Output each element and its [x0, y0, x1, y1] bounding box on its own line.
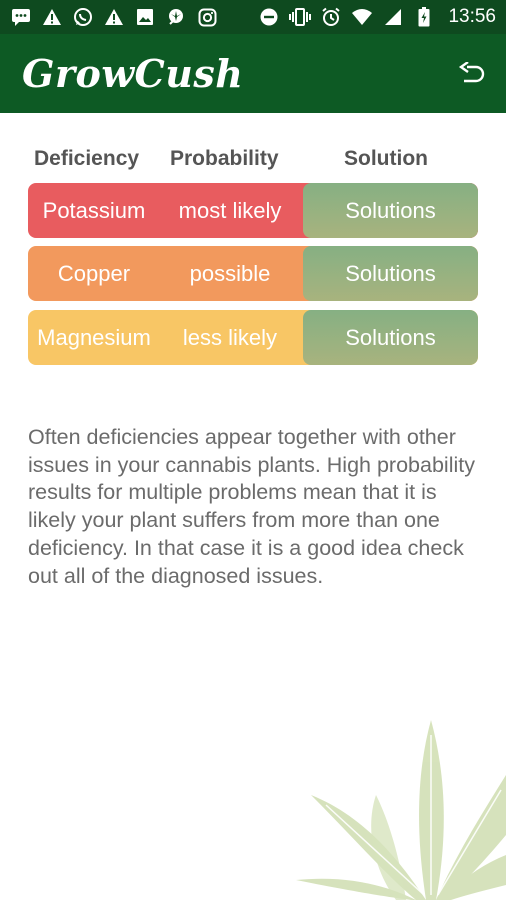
header-deficiency: Deficiency — [34, 147, 140, 170]
image-icon — [134, 6, 156, 28]
battery-charging-icon — [413, 6, 435, 28]
dnd-icon — [258, 6, 280, 28]
description-text: Often deficiencies appear together with … — [28, 425, 475, 588]
notification-icons — [10, 6, 218, 28]
deficiency-name: Potassium — [42, 197, 146, 223]
solutions-button[interactable]: Solutions — [303, 310, 478, 365]
header-probability: Probability — [170, 147, 279, 170]
probability-value: most likely — [178, 197, 282, 223]
undo-arrow-icon — [458, 61, 485, 82]
signal-icon — [382, 6, 404, 28]
warning-icon — [41, 6, 63, 28]
vibrate-icon — [289, 6, 312, 28]
table-header: Deficiency Probability Solution — [28, 143, 478, 177]
solutions-button[interactable]: Solutions — [303, 246, 478, 301]
deficiency-name: Magnesium — [37, 324, 151, 350]
wifi-icon — [351, 6, 373, 28]
table-row: Copper possible Solutions — [28, 246, 478, 301]
deficiency-name: Copper — [57, 260, 131, 286]
status-bar: 13:56 — [0, 0, 506, 34]
chat-icon — [10, 6, 32, 28]
instagram-icon — [196, 6, 218, 28]
clock: 13:56 — [448, 6, 496, 27]
app-bar: GrowCush — [0, 34, 506, 113]
table-row: Magnesium less likely Solutions — [28, 310, 478, 365]
cannabis-leaf-decoration — [296, 720, 506, 900]
warning-icon — [103, 6, 125, 28]
table-row: Potassium most likely Solutions — [28, 183, 478, 238]
whatsapp-icon — [72, 6, 94, 28]
app-title: GrowCush — [22, 51, 244, 96]
probability-value: possible — [189, 260, 271, 286]
alarm-icon — [320, 6, 342, 28]
solutions-button[interactable]: Solutions — [303, 183, 478, 238]
system-icons: 13:56 — [258, 6, 496, 28]
back-button[interactable] — [456, 58, 488, 90]
probability-value: less likely — [182, 324, 278, 350]
header-solution: Solution — [344, 147, 428, 170]
weed-app-icon — [165, 6, 187, 28]
